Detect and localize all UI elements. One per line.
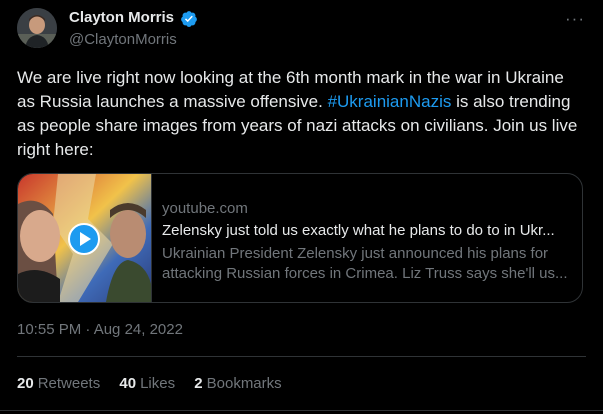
- link-card[interactable]: youtube.com Zelensky just told us exactl…: [17, 173, 583, 303]
- tweet-text: We are live right now looking at the 6th…: [17, 66, 585, 162]
- engagement-stats: 20 Retweets 40 Likes 2 Bookmarks: [17, 375, 297, 392]
- card-title[interactable]: Zelensky just told us exactly what he pl…: [162, 222, 572, 239]
- likes-label: Likes: [140, 375, 176, 392]
- bookmarks-label: Bookmarks: [206, 375, 282, 392]
- likes-stat[interactable]: 40 Likes: [119, 375, 175, 392]
- retweets-count: 20: [17, 375, 34, 392]
- divider: [17, 356, 586, 357]
- card-thumbnail[interactable]: [18, 174, 152, 302]
- card-description-line: attacking Russian forces in Crimea. Liz …: [162, 265, 568, 282]
- verified-badge-icon: [180, 10, 198, 28]
- more-options-icon[interactable]: ···: [565, 9, 587, 29]
- retweets-stat[interactable]: 20 Retweets: [17, 375, 100, 392]
- handle[interactable]: @ClaytonMorris: [69, 31, 177, 48]
- retweets-label: Retweets: [37, 375, 101, 392]
- bottom-divider: [0, 410, 603, 411]
- play-icon[interactable]: [68, 223, 100, 255]
- display-name[interactable]: Clayton Morris: [69, 9, 174, 26]
- avatar[interactable]: [17, 8, 57, 48]
- likes-count: 40: [119, 375, 137, 392]
- hashtag-link[interactable]: #UkrainianNazis: [328, 92, 452, 111]
- card-domain: youtube.com: [162, 200, 248, 217]
- timestamp[interactable]: 10:55 PM · Aug 24, 2022: [17, 321, 183, 338]
- tweet: Clayton Morris @ClaytonMorris ··· We are…: [0, 0, 603, 414]
- bookmarks-stat[interactable]: 2 Bookmarks: [194, 375, 281, 392]
- card-description-line: Ukrainian President Zelensky just announ…: [162, 245, 549, 262]
- card-description: Ukrainian President Zelensky just announ…: [162, 244, 572, 284]
- bookmarks-count: 2: [194, 375, 203, 392]
